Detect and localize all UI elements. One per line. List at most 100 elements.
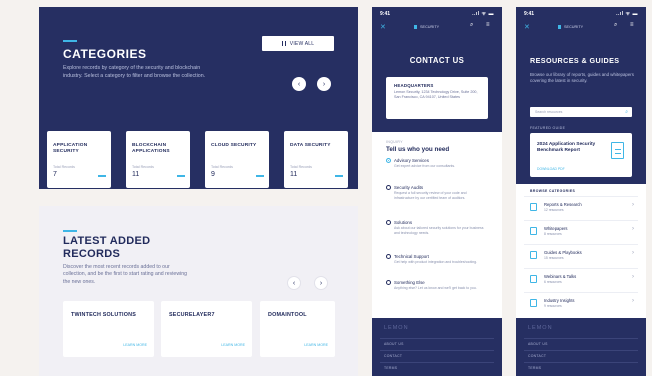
search-placeholder: Search resources [535, 110, 563, 114]
category-name: DATA SECURITY [290, 143, 331, 148]
option-desc: Anything else? Let us know and we'll get… [394, 286, 477, 290]
category-count: 7 [53, 171, 57, 178]
radio-icon[interactable] [386, 280, 391, 285]
mobile-nav: ✕ SECURITY ⌕ ≡ [372, 21, 502, 35]
chevron-right-icon: › [632, 250, 634, 256]
latest-prev-button[interactable]: ‹ [287, 276, 301, 290]
option-desc: Get help with product integration and tr… [394, 260, 478, 264]
category-card[interactable]: DATA SECURITY Total Records 11 [284, 131, 348, 188]
title-accent [63, 230, 77, 232]
learn-more-link[interactable]: LEARN MORE [221, 343, 245, 347]
search-icon[interactable]: ⌕ [625, 109, 628, 115]
option-desc: Get expert advice from our consultants. [394, 164, 456, 168]
radio-selected-icon[interactable] [386, 158, 391, 163]
resource-search-input[interactable]: Search resources ⌕ [530, 107, 632, 117]
signal-icon: ..ıl ᯤ ▬ [616, 11, 638, 17]
mobile-nav: ✕ SECURITY ⌕ ≡ [516, 21, 646, 35]
mobile-footer: LEMON ABOUT US CONTACT TERMS [372, 318, 502, 376]
category-count: 11 [132, 171, 140, 178]
featured-caption: FEATURED GUIDE [530, 126, 566, 130]
footer-link[interactable]: CONTACT [524, 350, 638, 362]
document-icon [530, 227, 537, 235]
search-icon[interactable]: ⌕ [614, 22, 617, 29]
list-item[interactable]: Industry Insights 9 resources › [524, 292, 638, 314]
categories-subtitle: Explore records by category of the secur… [63, 65, 206, 79]
categories-title: CATEGORIES [63, 47, 147, 61]
record-card[interactable]: SECURELAYER7 LEARN MORE [161, 301, 252, 357]
menu-icon[interactable]: ≡ [486, 22, 490, 28]
close-icon[interactable]: ✕ [380, 23, 386, 31]
form-title: Tell us who you need [386, 146, 450, 153]
list-item[interactable]: Reports & Research 12 resources › [524, 196, 638, 218]
option-desc: Request a full security review of your c… [394, 191, 467, 200]
logo[interactable]: SECURITY [414, 25, 439, 29]
document-icon [530, 275, 537, 283]
category-name: CLOUD SECURITY [211, 143, 257, 148]
logo[interactable]: SECURITY [558, 25, 583, 29]
list-item[interactable]: Webinars & Talks 6 resources › [524, 268, 638, 290]
category-count-label: Total Records [211, 165, 233, 169]
radio-icon[interactable] [386, 220, 391, 225]
record-card[interactable]: TWINTECH SOLUTIONS LEARN MORE [63, 301, 154, 357]
status-bar: 9:41 ..ıl ᯤ ▬ [516, 7, 646, 21]
footer-link[interactable]: TERMS [380, 362, 494, 374]
footer-link[interactable]: TERMS [524, 362, 638, 374]
option-desc: Ask about our tailored security solution… [394, 226, 484, 235]
document-icon [611, 142, 624, 159]
record-name: SECURELAYER7 [169, 312, 215, 318]
grid-icon [281, 41, 286, 46]
option-title: Security Audits [394, 185, 424, 190]
arrow-icon [98, 175, 106, 177]
arrow-icon [335, 175, 343, 177]
record-name: TWINTECH SOLUTIONS [71, 312, 136, 318]
headquarters-card: HEADQUARTERS Lemon Security, 1234 Techno… [386, 77, 488, 119]
featured-guide-card[interactable]: 2024 Application Security Benchmark Repo… [530, 133, 632, 177]
view-all-button[interactable]: VIEW ALL [262, 36, 334, 51]
featured-title: 2024 Application Security Benchmark Repo… [537, 142, 596, 154]
category-count-label: Total Records [132, 165, 154, 169]
close-icon[interactable]: ✕ [524, 23, 530, 31]
category-card[interactable]: CLOUD SECURITY Total Records 9 [205, 131, 269, 188]
download-link[interactable]: DOWNLOAD PDF [537, 167, 565, 171]
form-caption: INQUIRY [386, 140, 403, 144]
footer-logo: LEMON [384, 325, 409, 331]
radio-icon[interactable] [386, 254, 391, 259]
menu-icon[interactable]: ≡ [630, 22, 634, 28]
latest-subtitle: Discover the most recent records added t… [63, 264, 187, 285]
title-accent [63, 40, 77, 42]
resource-category-list: BROWSE CATEGORIES Reports & Research 12 … [516, 184, 646, 318]
list-item[interactable]: Guides & Playbooks 15 resources › [524, 244, 638, 266]
arrow-icon [256, 175, 264, 177]
chevron-right-icon: › [632, 202, 634, 208]
hq-title: HEADQUARTERS [394, 83, 434, 88]
learn-more-link[interactable]: LEARN MORE [123, 343, 147, 347]
category-card[interactable]: APPLICATION SECURITY Total Records 7 [47, 131, 111, 188]
arrow-icon [177, 175, 185, 177]
categories-prev-button[interactable]: ‹ [292, 77, 306, 91]
footer-link[interactable]: ABOUT US [380, 338, 494, 350]
item-count: 12 resources [544, 208, 564, 212]
categories-next-button[interactable]: › [317, 77, 331, 91]
latest-next-button[interactable]: › [314, 276, 328, 290]
mobile-footer: LEMON ABOUT US CONTACT TERMS [516, 318, 646, 376]
category-name: APPLICATION SECURITY [53, 143, 88, 155]
option-title: Something Else [394, 280, 425, 285]
status-time: 9:41 [380, 11, 391, 17]
inquiry-form: INQUIRY Tell us who you need Advisory Se… [372, 132, 502, 318]
item-name: Webinars & Talks [544, 274, 577, 279]
item-count: 6 resources [544, 280, 562, 284]
option-title: Technical Support [394, 254, 429, 259]
search-icon[interactable]: ⌕ [470, 22, 473, 29]
category-card[interactable]: BLOCKCHAIN APPLICATIONS Total Records 11 [126, 131, 190, 188]
footer-link[interactable]: ABOUT US [524, 338, 638, 350]
learn-more-link[interactable]: LEARN MORE [304, 343, 328, 347]
list-item[interactable]: Whitepapers 8 resources › [524, 220, 638, 242]
item-count: 15 resources [544, 256, 564, 260]
record-card[interactable]: DOMAINTOOL LEARN MORE [260, 301, 335, 357]
footer-link[interactable]: CONTACT [380, 350, 494, 362]
item-name: Industry Insights [544, 298, 575, 303]
radio-icon[interactable] [386, 185, 391, 190]
hq-address: Lemon Security, 1234 Technology Drive, S… [394, 90, 478, 99]
footer-logo: LEMON [528, 325, 553, 331]
category-name: BLOCKCHAIN APPLICATIONS [132, 143, 170, 155]
